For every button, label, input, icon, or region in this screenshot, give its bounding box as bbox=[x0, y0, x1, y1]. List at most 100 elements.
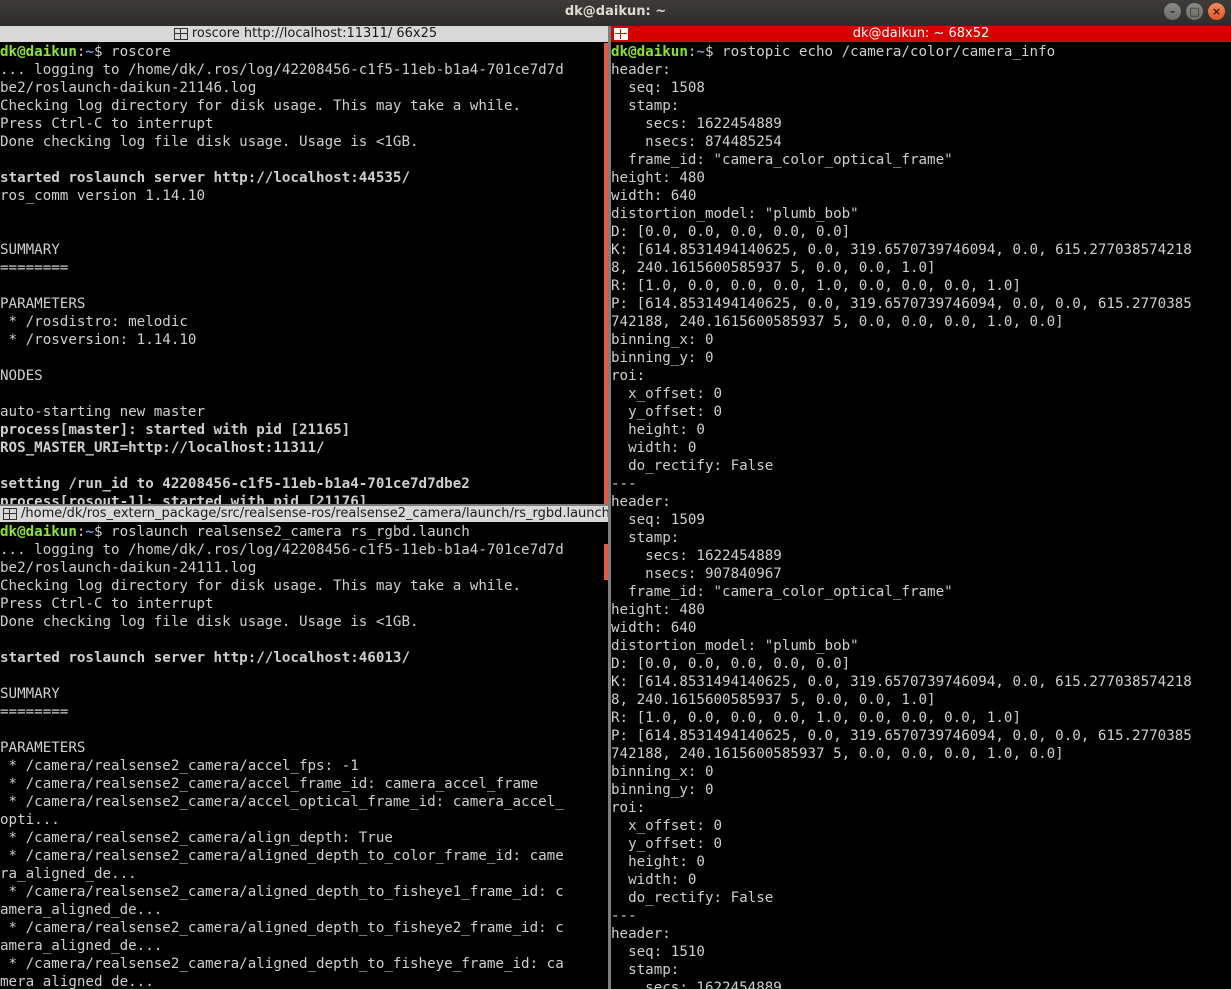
terminal-line: binning_y: 0 bbox=[611, 350, 714, 366]
split-pane-icon[interactable] bbox=[173, 28, 188, 40]
terminal-line: started roslaunch server http://localhos… bbox=[0, 170, 410, 186]
terminal-line: height: 480 bbox=[611, 602, 705, 618]
terminal-pane-roslaunch[interactable]: /home/dk/ros_extern_package/src/realsens… bbox=[0, 506, 608, 989]
terminal-line: dk@daikun:~$ roslaunch realsense2_camera… bbox=[0, 523, 564, 541]
terminal-line: stamp: bbox=[611, 962, 680, 978]
terminal-line: P: [614.8531494140625, 0.0, 319.65707397… bbox=[611, 296, 1192, 312]
terminal-line: header: bbox=[611, 494, 671, 510]
terminal-pane-roscore[interactable]: roscore http://localhost:11311/ 66x25 dk… bbox=[0, 26, 608, 504]
terminal-line: setting /run_id to 42208456-c1f5-11eb-b1… bbox=[0, 476, 470, 492]
terminal-line: seq: 1509 bbox=[611, 512, 705, 528]
terminal-line: amera_aligned_de... bbox=[0, 938, 163, 954]
terminal-line: * /rosversion: 1.14.10 bbox=[0, 332, 197, 348]
terminal-line: --- bbox=[611, 476, 637, 492]
terminal-line: stamp: bbox=[611, 530, 680, 546]
terminal-line: ... logging to /home/dk/.ros/log/4220845… bbox=[0, 542, 564, 558]
terminal-output[interactable]: dk@daikun:~$ roscore... logging to /home… bbox=[0, 43, 564, 504]
terminal-line: y_offset: 0 bbox=[611, 404, 723, 420]
terminal-line: * /camera/realsense2_camera/accel_frame_… bbox=[0, 776, 539, 792]
pane-title-bar[interactable]: roscore http://localhost:11311/ 66x25 bbox=[0, 26, 608, 42]
terminal-output[interactable]: dk@daikun:~$ rostopic echo /camera/color… bbox=[611, 43, 1192, 989]
terminal-line: dk@daikun:~$ rostopic echo /camera/color… bbox=[611, 43, 1192, 61]
terminal-line: binning_y: 0 bbox=[611, 782, 714, 798]
terminal-line: frame_id: "camera_color_optical_frame" bbox=[611, 152, 953, 168]
split-pane-icon[interactable] bbox=[614, 28, 628, 40]
minimize-icon[interactable]: – bbox=[1164, 3, 1181, 20]
terminal-line: width: 640 bbox=[611, 188, 697, 204]
terminal-line: 8, 240.1615600585937 5, 0.0, 0.0, 1.0] bbox=[611, 260, 936, 276]
terminal-line: Checking log directory for disk usage. T… bbox=[0, 98, 522, 114]
terminal-line: process[master]: started with pid [21165… bbox=[0, 422, 351, 438]
terminal-output[interactable]: dk@daikun:~$ roslaunch realsense2_camera… bbox=[0, 523, 564, 989]
prompt-path: ~ bbox=[696, 44, 705, 60]
prompt-user: dk@daikun bbox=[611, 44, 688, 60]
terminal-line: * /camera/realsense2_camera/accel_fps: -… bbox=[0, 758, 359, 774]
terminal-line: NODES bbox=[0, 368, 43, 384]
terminal-line: roi: bbox=[611, 368, 646, 384]
window-controls: – □ × bbox=[1164, 3, 1225, 20]
terminal-line: amera_aligned_de... bbox=[0, 902, 163, 918]
terminal-line: Press Ctrl-C to interrupt bbox=[0, 596, 214, 612]
terminal-line: started roslaunch server http://localhos… bbox=[0, 650, 410, 666]
terminal-line: mera_aligned_de... bbox=[0, 974, 154, 989]
terminal-line: D: [0.0, 0.0, 0.0, 0.0, 0.0] bbox=[611, 656, 851, 672]
terminal-line: R: [1.0, 0.0, 0.0, 0.0, 1.0, 0.0, 0.0, 0… bbox=[611, 278, 1021, 294]
terminal-line: D: [0.0, 0.0, 0.0, 0.0, 0.0] bbox=[611, 224, 851, 240]
terminal-line: * /camera/realsense2_camera/align_depth:… bbox=[0, 830, 393, 846]
terminal-line: frame_id: "camera_color_optical_frame" bbox=[611, 584, 953, 600]
terminal-line: nsecs: 874485254 bbox=[611, 134, 782, 150]
terminal-line: PARAMETERS bbox=[0, 296, 86, 312]
terminal-line: distortion_model: "plumb_bob" bbox=[611, 206, 859, 222]
terminal-pane-rostopic[interactable]: dk@daikun: ~ 68x52 dk@daikun:~$ rostopic… bbox=[611, 26, 1231, 989]
terminal-line: secs: 1622454889 bbox=[611, 116, 782, 132]
terminal-line: do_rectify: False bbox=[611, 458, 774, 474]
terminal-line: 742188, 240.1615600585937 5, 0.0, 0.0, 0… bbox=[611, 314, 1064, 330]
prompt-user: dk@daikun bbox=[0, 524, 77, 540]
terminal-line: ======== bbox=[0, 260, 69, 276]
prompt-path: ~ bbox=[85, 44, 94, 60]
terminal-line: width: 0 bbox=[611, 440, 697, 456]
window-titlebar[interactable]: dk@daikun: ~ – □ × bbox=[0, 0, 1231, 26]
terminal-line: be2/roslaunch-daikun-24111.log bbox=[0, 560, 257, 576]
terminal-line: stamp: bbox=[611, 98, 680, 114]
terminal-line: SUMMARY bbox=[0, 686, 60, 702]
terminal-line: x_offset: 0 bbox=[611, 818, 723, 834]
terminal-line: PARAMETERS bbox=[0, 740, 86, 756]
terminal-line: seq: 1510 bbox=[611, 944, 705, 960]
terminal-line: P: [614.8531494140625, 0.0, 319.65707397… bbox=[611, 728, 1192, 744]
terminal-line: seq: 1508 bbox=[611, 80, 705, 96]
terminal-line: x_offset: 0 bbox=[611, 386, 723, 402]
terminal-line: ra_aligned_de... bbox=[0, 866, 137, 882]
terminal-line: Checking log directory for disk usage. T… bbox=[0, 578, 522, 594]
terminal-line: * /camera/realsense2_camera/aligned_dept… bbox=[0, 884, 564, 900]
terminal-line: binning_x: 0 bbox=[611, 764, 714, 780]
prompt-command: $ rostopic echo /camera/color/camera_inf… bbox=[704, 44, 1056, 60]
terminal-line: ros_comm version 1.14.10 bbox=[0, 188, 205, 204]
terminal-line: header: bbox=[611, 926, 671, 942]
terminal-line: * /camera/realsense2_camera/aligned_dept… bbox=[0, 920, 564, 936]
close-icon[interactable]: × bbox=[1208, 3, 1225, 20]
maximize-icon[interactable]: □ bbox=[1186, 3, 1203, 20]
pane-title-bar[interactable]: dk@daikun: ~ 68x52 bbox=[611, 26, 1231, 42]
terminal-line: * /camera/realsense2_camera/accel_optica… bbox=[0, 794, 564, 810]
prompt-command: $ roslaunch realsense2_camera rs_rgbd.la… bbox=[93, 524, 470, 540]
prompt-path: ~ bbox=[85, 524, 94, 540]
terminal-line: K: [614.8531494140625, 0.0, 319.65707397… bbox=[611, 674, 1192, 690]
terminal-line: ROS_MASTER_URI=http://localhost:11311/ bbox=[0, 440, 325, 456]
terminal-line: Done checking log file disk usage. Usage… bbox=[0, 134, 419, 150]
pane-title-bar[interactable]: /home/dk/ros_extern_package/src/realsens… bbox=[0, 506, 608, 522]
terminal-line: auto-starting new master bbox=[0, 404, 205, 420]
prompt-user: dk@daikun bbox=[0, 44, 77, 60]
terminal-line: SUMMARY bbox=[0, 242, 60, 258]
terminal-line: 8, 240.1615600585937 5, 0.0, 0.0, 1.0] bbox=[611, 692, 936, 708]
split-pane-icon[interactable] bbox=[3, 508, 17, 520]
terminal-line: Done checking log file disk usage. Usage… bbox=[0, 614, 419, 630]
